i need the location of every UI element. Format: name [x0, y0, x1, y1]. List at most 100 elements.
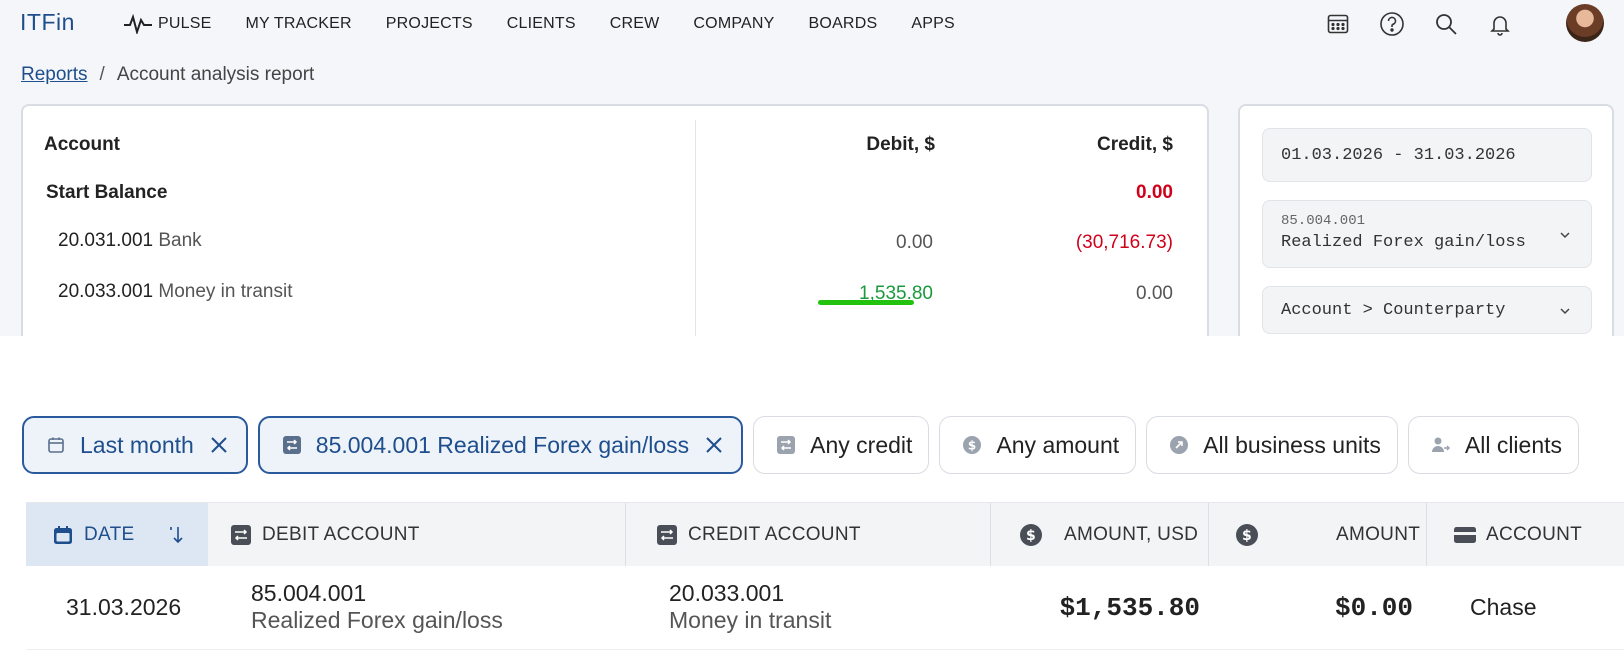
cell-account: Chase — [1470, 594, 1537, 620]
period-field[interactable]: 01.03.2026 - 31.03.2026 — [1262, 128, 1592, 182]
help-icon[interactable] — [1378, 10, 1406, 38]
menu-item-clients[interactable]: CLIENTS — [507, 15, 576, 33]
cell-debit-account: 85.004.001 Realized Forex gain/loss — [251, 580, 503, 634]
start-balance-credit: 0.00 — [1136, 182, 1173, 203]
menu-item-label: APPS — [911, 15, 955, 32]
breadcrumb: Reports / Account analysis report — [21, 64, 314, 86]
chip-account[interactable]: 85.004.001 Realized Forex gain/loss — [257, 416, 744, 474]
header-credit: Credit, $ — [1096, 134, 1173, 155]
account-name: Money in transit — [158, 281, 293, 302]
menu-item-pulse[interactable]: PULSE — [124, 14, 211, 34]
report-filters-card: 01.03.2026 - 31.03.2026 85.004.001 Reali… — [1238, 104, 1614, 336]
chip-amount[interactable]: $ Any amount — [939, 416, 1137, 474]
column-header-amount-usd[interactable]: $ AMOUNT, USD — [1020, 503, 1198, 567]
header-account: Account — [44, 134, 120, 155]
debit-account-code: 85.004.001 — [251, 580, 367, 606]
menu-item-label: PROJECTS — [385, 15, 473, 32]
account-code: 20.031.001 — [58, 230, 154, 251]
search-icon[interactable] — [1432, 10, 1460, 38]
menu-item-label: CREW — [609, 15, 660, 32]
sort-icon[interactable] — [164, 524, 186, 546]
top-nav: ITFin PULSE MY TRACKER PROJECTS CLIENTS … — [0, 0, 1624, 48]
close-icon[interactable] — [703, 434, 725, 456]
account-report-card: Account Debit, $ Credit, $ Start Balance… — [21, 104, 1209, 336]
dollar-icon: $ — [962, 435, 982, 455]
arrow-circle-icon — [1169, 435, 1189, 455]
avatar[interactable] — [1566, 4, 1604, 42]
transactions-table: DATE DEBIT ACCOUNT CREDIT ACCOUNT $ AMOU… — [26, 502, 1624, 650]
column-label: DEBIT ACCOUNT — [262, 524, 420, 545]
grouping-select[interactable]: Account > Counterparty — [1262, 286, 1592, 334]
breadcrumb-reports-link[interactable]: Reports — [21, 64, 88, 86]
credit-account-name: Money in transit — [669, 607, 832, 633]
report-row-credit: (30,716.73) — [1075, 232, 1173, 253]
menu-item-label: COMPANY — [693, 15, 775, 32]
bell-icon[interactable] — [1486, 10, 1514, 38]
account-select-code: 85.004.001 — [1281, 213, 1366, 229]
cell-date: 31.03.2026 — [66, 594, 182, 620]
table-header: DATE DEBIT ACCOUNT CREDIT ACCOUNT $ AMOU… — [26, 502, 1624, 567]
column-divider — [1426, 503, 1427, 567]
pulse-icon — [124, 14, 152, 34]
chip-label: Any amount — [996, 431, 1120, 458]
chip-credit[interactable]: Any credit — [753, 416, 930, 474]
card-icon — [1454, 524, 1476, 546]
table-row[interactable]: 31.03.2026 85.004.001 Realized Forex gai… — [26, 566, 1624, 650]
column-header-amount[interactable]: $ AMOUNT — [1236, 503, 1420, 567]
transfer-icon — [230, 524, 252, 546]
chip-business-units[interactable]: All business units — [1146, 416, 1398, 474]
menu-item-label: CLIENTS — [506, 15, 576, 32]
column-header-credit-account[interactable]: CREDIT ACCOUNT — [656, 503, 861, 567]
column-header-date[interactable]: DATE — [26, 503, 208, 567]
app-logo[interactable]: ITFin — [20, 9, 75, 36]
nav-icons — [1298, 10, 1514, 38]
main-menu: PULSE MY TRACKER PROJECTS CLIENTS CREW C… — [124, 14, 989, 34]
column-label: AMOUNT, USD — [1064, 524, 1199, 545]
calendar-icon[interactable] — [1324, 10, 1352, 38]
column-header-debit-account[interactable]: DEBIT ACCOUNT — [230, 503, 420, 567]
svg-text:$: $ — [968, 439, 976, 453]
account-select[interactable]: 85.004.001 Realized Forex gain/loss — [1262, 200, 1592, 268]
close-icon[interactable] — [208, 434, 230, 456]
menu-item-label: BOARDS — [808, 15, 878, 32]
chip-label: Last month — [80, 431, 194, 458]
menu-item-boards[interactable]: BOARDS — [809, 15, 878, 33]
menu-item-company[interactable]: COMPANY — [693, 15, 774, 33]
credit-account-code: 20.033.001 — [669, 580, 785, 606]
report-row-account[interactable]: 20.031.001 Bank — [58, 230, 202, 252]
highlight-underline — [818, 300, 914, 305]
svg-text:$: $ — [1026, 528, 1036, 544]
debit-account-name: Realized Forex gain/loss — [251, 607, 503, 633]
cell-credit-account: 20.033.001 Money in transit — [669, 580, 831, 634]
menu-item-apps[interactable]: APPS — [911, 15, 955, 33]
column-divider — [990, 503, 991, 567]
column-header-account[interactable]: ACCOUNT — [1454, 503, 1582, 567]
calendar-icon — [52, 524, 74, 546]
report-row-credit: 0.00 — [1136, 283, 1173, 304]
chip-label: All business units — [1203, 431, 1381, 458]
grouping-value: Account > Counterparty — [1281, 301, 1506, 320]
cell-amount: $0.00 — [1334, 593, 1413, 623]
dollar-icon: $ — [1236, 524, 1258, 546]
transfer-icon — [282, 435, 302, 455]
column-label: CREDIT ACCOUNT — [688, 524, 861, 545]
breadcrumb-current: Account analysis report — [116, 64, 315, 85]
menu-item-projects[interactable]: PROJECTS — [386, 15, 473, 33]
report-row-account[interactable]: 20.033.001 Money in transit — [58, 281, 293, 303]
account-code: 20.033.001 — [58, 281, 154, 302]
column-label: ACCOUNT — [1486, 524, 1583, 545]
transfer-icon — [776, 435, 796, 455]
report-screen-top: ITFin PULSE MY TRACKER PROJECTS CLIENTS … — [0, 0, 1624, 336]
chip-label: Any credit — [810, 431, 913, 458]
chip-label: 85.004.001 Realized Forex gain/loss — [315, 431, 690, 458]
chip-clients[interactable]: All clients — [1407, 416, 1580, 474]
breadcrumb-separator: / — [99, 64, 105, 85]
start-balance-label: Start Balance — [46, 182, 168, 203]
menu-item-my-tracker[interactable]: MY TRACKER — [245, 15, 351, 33]
account-select-name: Realized Forex gain/loss — [1281, 233, 1526, 252]
dollar-icon: $ — [1020, 524, 1042, 546]
column-divider — [625, 503, 626, 567]
chip-period[interactable]: Last month — [22, 416, 248, 474]
menu-item-crew[interactable]: CREW — [610, 15, 660, 33]
account-name: Bank — [158, 230, 202, 251]
